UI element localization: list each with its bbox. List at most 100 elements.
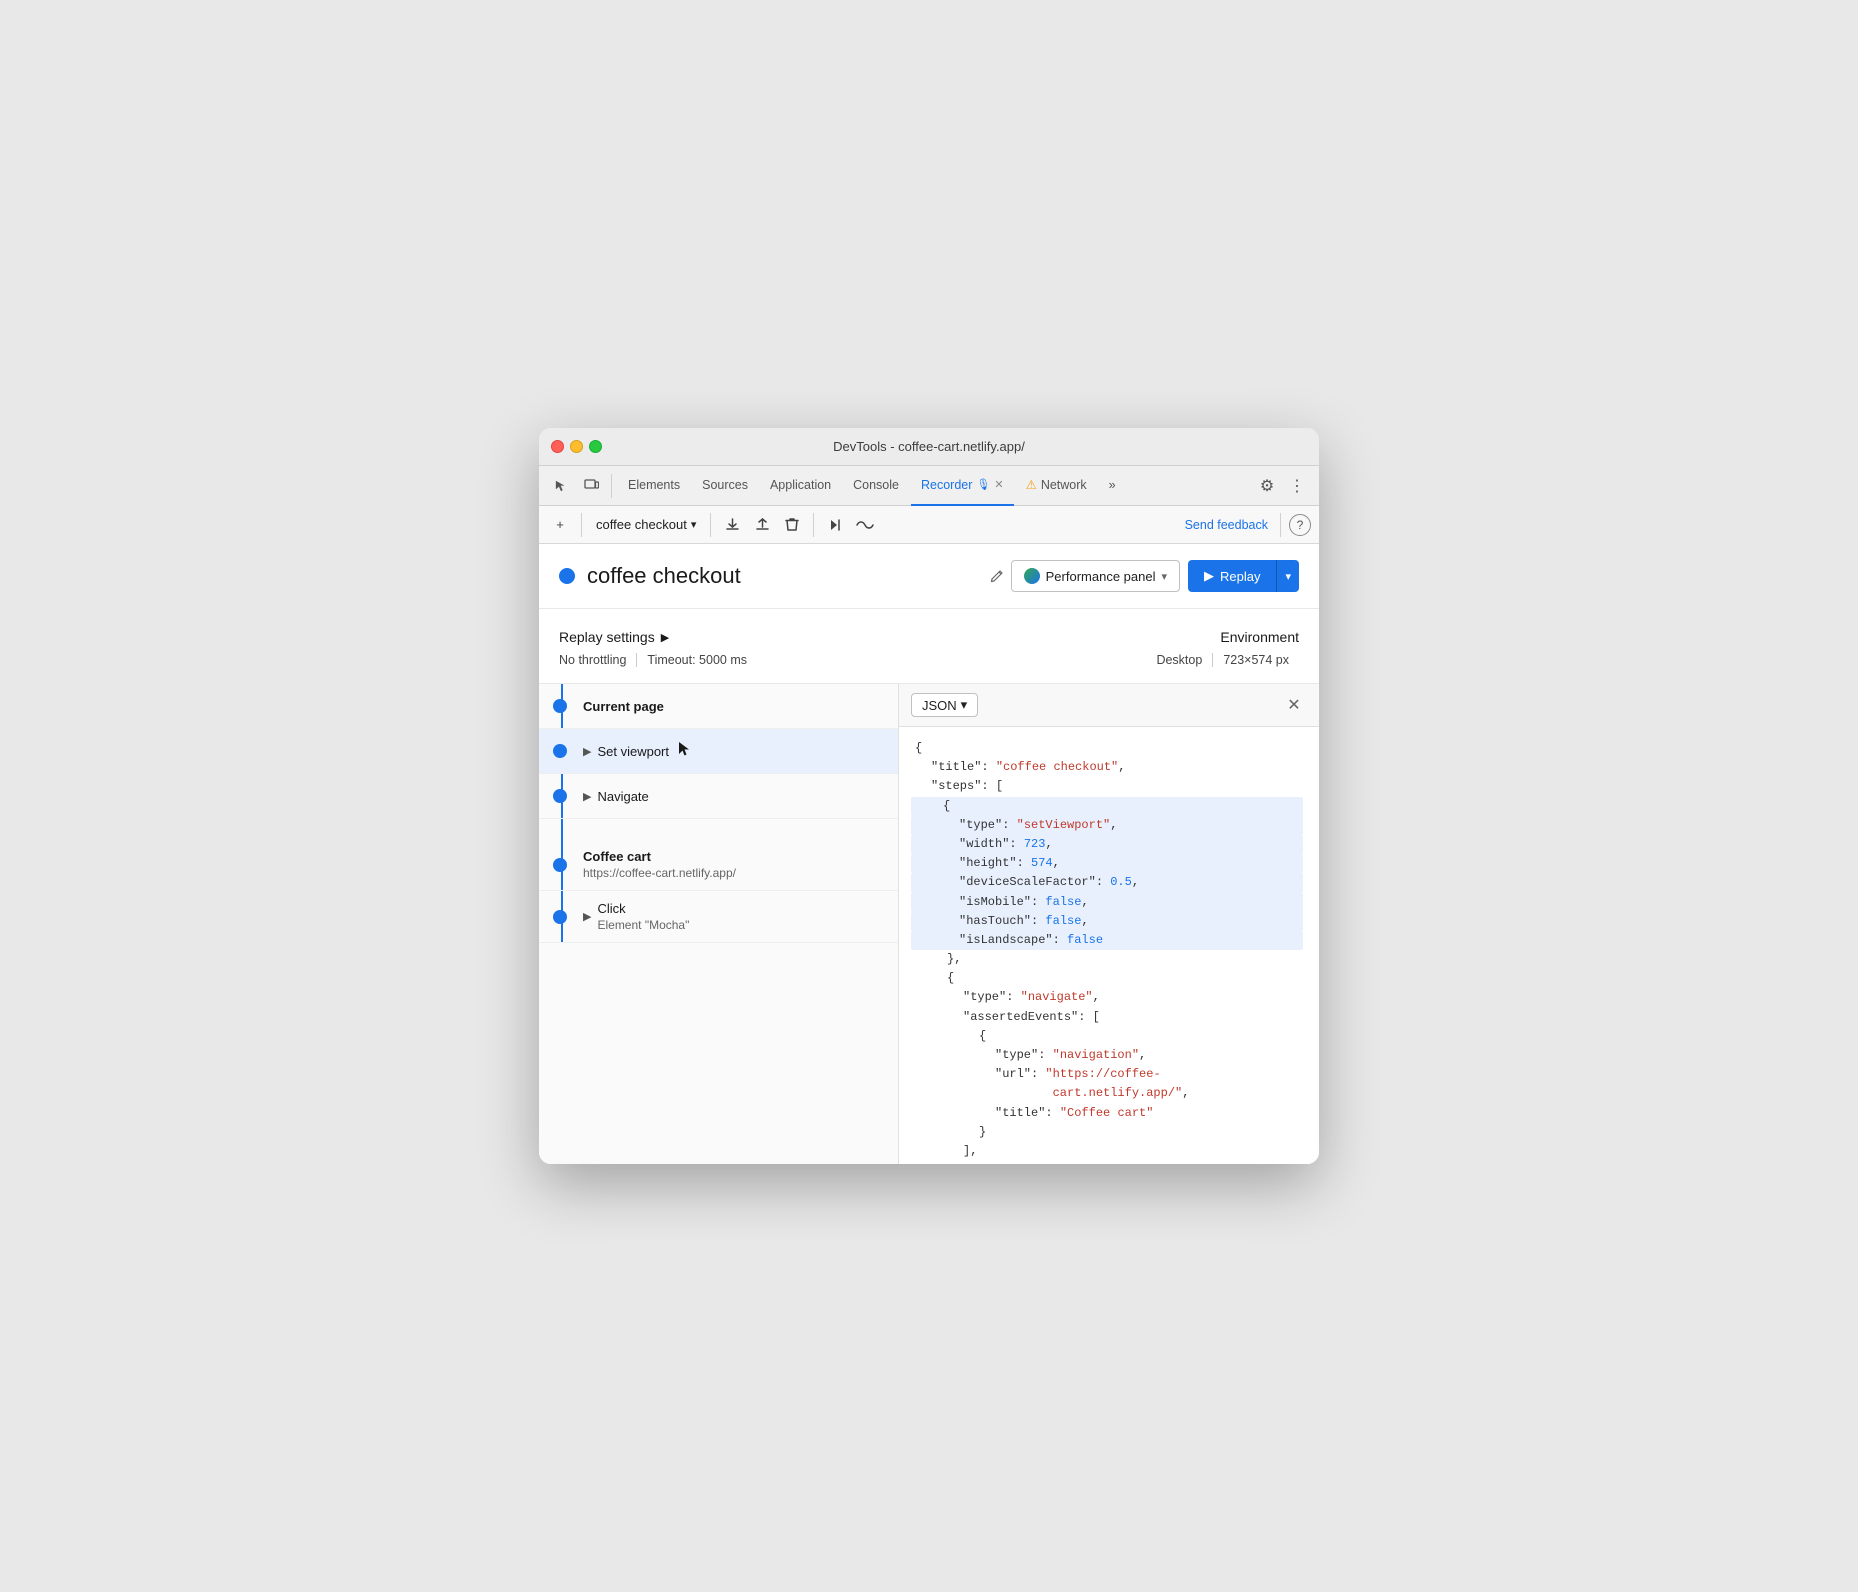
step-dot-2 xyxy=(553,744,567,758)
json-line-2: "title": "coffee checkout", xyxy=(915,758,1303,777)
json-format-select[interactable]: JSON ▾ xyxy=(911,693,978,717)
tab-sources[interactable]: Sources xyxy=(692,466,758,506)
send-feedback-btn[interactable]: Send feedback xyxy=(1181,518,1272,532)
play-step-btn[interactable] xyxy=(822,512,848,538)
env-details: Desktop 723×574 px xyxy=(1156,653,1299,667)
step-content-5: ▶ Click Element "Mocha" xyxy=(583,901,858,932)
tab-console[interactable]: Console xyxy=(843,466,909,506)
settings-area: Replay settings ▶ No throttling Timeout:… xyxy=(539,609,1319,684)
json-toolbar: JSON ▾ ✕ xyxy=(899,684,1319,727)
cursor-arrow xyxy=(677,741,691,762)
json-line-mobile: "isMobile": false, xyxy=(911,893,1303,912)
step-content-3: ▶ Navigate xyxy=(583,789,858,804)
step-expand-2[interactable]: ▶ xyxy=(583,745,591,758)
secondary-toolbar: + coffee checkout ▾ xyxy=(539,506,1319,544)
replay-dropdown-btn[interactable]: ▾ xyxy=(1276,560,1299,592)
minimize-button[interactable] xyxy=(570,440,583,453)
add-recording-btn[interactable]: + xyxy=(547,512,573,538)
step-subtitle-4: https://coffee-cart.netlify.app/ xyxy=(583,866,858,880)
more-menu-btn[interactable]: ⋮ xyxy=(1283,472,1311,500)
env-resolution: 723×574 px xyxy=(1213,653,1299,667)
json-line-url: "url": "https://coffee- cart.netlify.app… xyxy=(915,1065,1303,1103)
json-highlight-open: { xyxy=(911,797,1303,816)
settings-gear-btn[interactable]: ⚙ xyxy=(1253,472,1281,500)
settings-right: Environment Desktop 723×574 px xyxy=(1156,629,1299,667)
json-line-1: { xyxy=(915,739,1303,758)
traffic-lights xyxy=(551,440,602,453)
main-content: coffee checkout Performance panel ▾ ▶ Re… xyxy=(539,544,1319,1164)
network-warn-icon: ⚠ xyxy=(1026,477,1037,492)
step-click[interactable]: ▶ Click Element "Mocha" ⋮ xyxy=(539,891,898,943)
performance-panel-btn[interactable]: Performance panel ▾ xyxy=(1011,560,1180,592)
step-dot-5 xyxy=(553,910,567,924)
window-title: DevTools - coffee-cart.netlify.app/ xyxy=(833,439,1025,454)
tab-application[interactable]: Application xyxy=(760,466,841,506)
maximize-button[interactable] xyxy=(589,440,602,453)
replay-btn[interactable]: ▶ Replay xyxy=(1188,560,1276,592)
json-line-url2: "_" ... xyxy=(915,1161,1303,1164)
json-line-asserted-close: ], xyxy=(915,1142,1303,1161)
step-coffee-cart[interactable]: Coffee cart https://coffee-cart.netlify.… xyxy=(539,839,898,891)
step-title-2: Set viewport xyxy=(597,744,669,759)
settings-details: No throttling Timeout: 5000 ms xyxy=(559,653,757,667)
step-title-5: Click xyxy=(597,901,689,916)
step-dot-4 xyxy=(553,858,567,872)
step-title-4: Coffee cart xyxy=(583,849,858,864)
replay-settings-title[interactable]: Replay settings ▶ xyxy=(559,629,757,645)
delete-btn[interactable] xyxy=(779,512,805,538)
step-spacer xyxy=(539,819,898,839)
step-title-3: Navigate xyxy=(597,789,648,804)
tab-recorder[interactable]: Recorder 🎙 ✕ xyxy=(911,466,1014,506)
tab-network[interactable]: ⚠ Network xyxy=(1016,466,1097,506)
export-btn[interactable] xyxy=(719,512,745,538)
step-content-4: Coffee cart https://coffee-cart.netlify.… xyxy=(583,849,858,880)
json-panel-close-btn[interactable]: ✕ xyxy=(1281,692,1307,718)
tab-more[interactable]: » xyxy=(1099,466,1126,506)
step-content-1: Current page xyxy=(583,699,858,714)
perf-icon xyxy=(1024,568,1040,584)
json-line-type: "type": "setViewport", xyxy=(911,816,1303,835)
recording-header: coffee checkout Performance panel ▾ ▶ Re… xyxy=(539,544,1319,609)
step-dot-1 xyxy=(553,699,567,713)
replay-btn-group: ▶ Replay ▾ xyxy=(1188,560,1299,592)
step-set-viewport[interactable]: ▶ Set viewport ⋮ xyxy=(539,729,898,774)
step-title-1: Current page xyxy=(583,699,858,714)
json-line-landscape: "isLandscape": false xyxy=(911,931,1303,950)
step-navigate[interactable]: ▶ Navigate ⋮ xyxy=(539,774,898,819)
step-expand-3[interactable]: ▶ xyxy=(583,790,591,803)
help-btn[interactable]: ? xyxy=(1289,514,1311,536)
step-expand-5[interactable]: ▶ xyxy=(583,910,591,923)
step-current-page[interactable]: Current page ⋮ xyxy=(539,684,898,729)
toolbar-divider-4 xyxy=(1280,513,1281,537)
slow-motion-btn[interactable] xyxy=(852,512,878,538)
env-title: Environment xyxy=(1156,629,1299,645)
tab-elements[interactable]: Elements xyxy=(618,466,690,506)
perf-dropdown-arrow: ▾ xyxy=(1161,570,1167,583)
replay-play-icon: ▶ xyxy=(1204,568,1214,584)
device-mode-btn[interactable] xyxy=(577,472,605,500)
edit-title-btn[interactable] xyxy=(983,562,1011,590)
toolbar-divider-2 xyxy=(710,513,711,537)
import-btn[interactable] xyxy=(749,512,775,538)
step-dot-container-4 xyxy=(553,858,567,872)
json-line-title: "title": "Coffee cart" xyxy=(915,1104,1303,1123)
header-actions: Performance panel ▾ ▶ Replay ▾ xyxy=(1011,560,1299,592)
step-content-2: ▶ Set viewport xyxy=(583,741,858,762)
recording-select[interactable]: coffee checkout ▾ xyxy=(590,512,702,538)
json-line-height: "height": 574, xyxy=(911,854,1303,873)
json-content: { "title": "coffee checkout", "steps": [… xyxy=(899,727,1319,1164)
steps-panel: Current page ⋮ ▶ Set viewport xyxy=(539,684,899,1164)
step-dot-3 xyxy=(553,789,567,803)
steps-list: Current page ⋮ ▶ Set viewport xyxy=(539,684,898,943)
json-line-nav-type2: "type": "navigation", xyxy=(915,1046,1303,1065)
close-button[interactable] xyxy=(551,440,564,453)
json-line-width: "width": 723, xyxy=(911,835,1303,854)
step-dot-container-3 xyxy=(553,789,567,803)
step-dot-container-5 xyxy=(553,910,567,924)
toolbar-divider-3 xyxy=(813,513,814,537)
cursor-tool-btn[interactable] xyxy=(547,472,575,500)
env-device: Desktop xyxy=(1156,653,1213,667)
devtools-nav: Elements Sources Application Console Rec… xyxy=(539,466,1319,506)
tab-recorder-close[interactable]: ✕ xyxy=(994,478,1003,491)
json-line-event-close: } xyxy=(915,1123,1303,1142)
